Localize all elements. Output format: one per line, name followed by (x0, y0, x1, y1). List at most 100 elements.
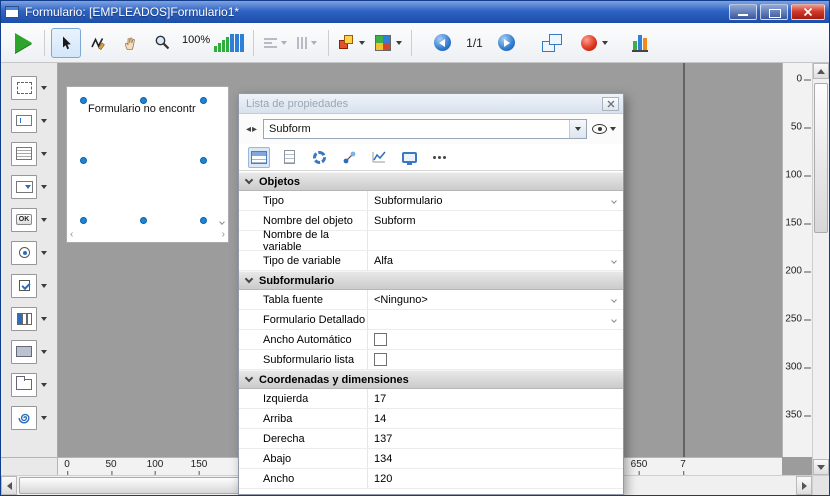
object-selector-combo[interactable]: Subform (263, 119, 587, 139)
arrow-left-icon (7, 482, 12, 490)
rectangle-icon (16, 346, 32, 357)
chevron-down-icon[interactable] (41, 86, 47, 90)
property-value-dropdown[interactable]: Alfa (367, 251, 623, 270)
selection-handle[interactable] (200, 157, 207, 164)
tool-radio-button-button[interactable] (1, 236, 57, 269)
property-label: Nombre de la variable (239, 231, 367, 250)
section-header-coordenadas[interactable]: Coordenadas y dimensiones (239, 370, 623, 389)
selection-handle[interactable] (80, 97, 87, 104)
dashed-box-icon (17, 82, 32, 94)
previous-page-button[interactable] (427, 28, 457, 58)
scroll-left-icon[interactable]: ‹ (70, 230, 73, 240)
align-menu-button[interactable] (260, 28, 290, 58)
stop-menu-button[interactable] (580, 28, 610, 58)
close-button[interactable] (791, 4, 825, 20)
chevron-down-icon[interactable] (41, 284, 47, 288)
tool-button-button[interactable]: OK (1, 203, 57, 236)
property-value-text[interactable]: Subform (367, 211, 623, 230)
tool-input-field-button[interactable] (1, 104, 57, 137)
tool-tab-control-button[interactable] (1, 368, 57, 401)
form-pages-button[interactable] (537, 28, 567, 58)
more-filters-button[interactable] (428, 147, 450, 168)
selection-handle[interactable] (140, 97, 147, 104)
section-header-subformulario[interactable]: Subformulario (239, 271, 623, 290)
palette-title: Lista de propiedades (243, 98, 602, 110)
filter-display-button[interactable] (398, 147, 420, 168)
chevron-down-icon[interactable] (41, 152, 47, 156)
selection-handle[interactable] (200, 217, 207, 224)
magnifier-icon (154, 34, 171, 51)
tool-checkbox-button[interactable] (1, 269, 57, 302)
scroll-right-icon[interactable]: › (222, 230, 225, 240)
zoom-tool-button[interactable] (147, 28, 177, 58)
property-value-text[interactable]: 134 (367, 449, 623, 468)
title-bar[interactable]: Formulario: [EMPLEADOS]Formulario1* (1, 1, 829, 23)
chart-button[interactable] (625, 28, 655, 58)
hand-tool-button[interactable] (115, 28, 145, 58)
chevron-down-icon[interactable] (41, 119, 47, 123)
chevron-down-icon[interactable] (41, 251, 47, 255)
object-prev-next-buttons[interactable]: ◂▸ (246, 124, 258, 135)
filter-events-button[interactable] (368, 147, 390, 168)
palette-close-button[interactable] (602, 97, 619, 111)
vertical-scroll-thumb[interactable] (814, 83, 828, 233)
ruler-label: 100 (785, 170, 802, 181)
property-list-palette[interactable]: Lista de propiedades ◂▸ Subform (238, 93, 624, 495)
selection-handle[interactable] (140, 217, 147, 224)
scroll-left-button[interactable] (1, 476, 17, 495)
chevron-down-icon[interactable] (41, 350, 47, 354)
tool-combo-box-button[interactable] (1, 170, 57, 203)
scroll-up-button[interactable] (813, 63, 829, 79)
zoom-bars-icon[interactable] (214, 34, 244, 52)
radio-button-icon (19, 247, 30, 258)
maximize-button[interactable] (760, 4, 788, 20)
tool-button-grid-button[interactable] (1, 302, 57, 335)
select-tool-button[interactable] (51, 28, 81, 58)
minimize-button[interactable] (729, 4, 757, 20)
filter-form-button[interactable] (278, 147, 300, 168)
selection-handle[interactable] (200, 97, 207, 104)
checkbox[interactable] (374, 333, 387, 346)
zoom-level-control[interactable]: 100% (182, 34, 244, 52)
next-page-button[interactable] (492, 28, 522, 58)
draw-tool-button[interactable] (83, 28, 113, 58)
distribute-menu-button[interactable] (292, 28, 322, 58)
subform-object[interactable]: Formulario no encontr (84, 101, 204, 221)
selection-handle[interactable] (80, 157, 87, 164)
vertical-scrollbar[interactable] (812, 63, 829, 475)
style-menu-button[interactable] (371, 28, 405, 58)
chevron-down-icon[interactable] (41, 218, 47, 222)
scroll-down-icon[interactable] (219, 219, 225, 225)
chevron-down-icon[interactable] (41, 416, 47, 420)
pages-icon (542, 34, 562, 52)
chevron-down-icon[interactable] (41, 317, 47, 321)
tool-rectangle-button[interactable] (1, 335, 57, 368)
property-value-dropdown[interactable]: <Ninguno> (367, 290, 623, 309)
view-options-button[interactable] (592, 124, 616, 134)
property-value-dropdown[interactable] (367, 310, 623, 329)
property-value-text[interactable]: 137 (367, 429, 623, 448)
selection-handle[interactable] (80, 217, 87, 224)
palette-title-bar[interactable]: Lista de propiedades (239, 94, 623, 114)
scroll-down-button[interactable] (813, 459, 829, 475)
arrange-menu-button[interactable] (335, 28, 369, 58)
property-value-dropdown[interactable]: Subformulario (367, 191, 623, 210)
chevron-down-icon (602, 41, 608, 45)
chevron-down-icon[interactable] (41, 185, 47, 189)
filter-settings-button[interactable] (308, 147, 330, 168)
checkbox[interactable] (374, 353, 387, 366)
filter-data-source-button[interactable] (338, 147, 360, 168)
filter-all-properties-button[interactable] (248, 147, 270, 168)
tool-subform-button[interactable] (1, 401, 57, 434)
property-value-text[interactable]: 14 (367, 409, 623, 428)
execute-form-button[interactable] (8, 28, 38, 58)
tool-list-box-button[interactable] (1, 137, 57, 170)
tool-static-text-button[interactable] (1, 71, 57, 104)
scroll-right-button[interactable] (796, 476, 812, 495)
section-header-objetos[interactable]: Objetos (239, 172, 623, 191)
property-value-text[interactable]: 17 (367, 389, 623, 408)
property-value-text[interactable]: 120 (367, 469, 623, 488)
property-value-text[interactable] (367, 231, 623, 250)
form-page-area[interactable]: Formulario no encontr ‹ › (66, 86, 229, 243)
chevron-down-icon[interactable] (41, 383, 47, 387)
